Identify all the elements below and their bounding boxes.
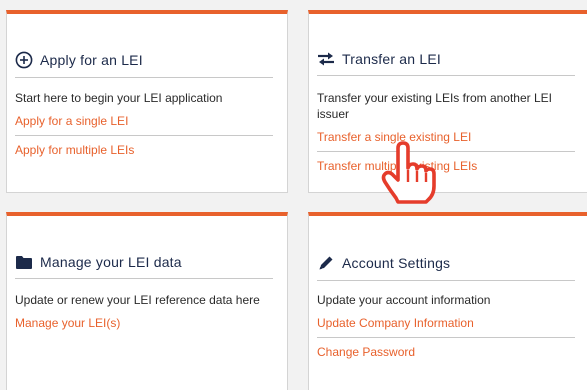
manage-lei-card: Manage your LEI data Update or renew you…	[6, 212, 288, 390]
update-company-information-link[interactable]: Update Company Information	[317, 316, 575, 338]
transfer-lei-description: Transfer your existing LEIs from another…	[317, 91, 552, 121]
manage-lei-header: Manage your LEI data	[15, 254, 273, 279]
apply-lei-description: Start here to begin your LEI application	[15, 91, 223, 105]
transfer-lei-body: Transfer your existing LEIs from another…	[317, 90, 575, 180]
plus-circle-icon	[15, 51, 33, 69]
transfer-lei-title: Transfer an LEI	[342, 51, 441, 67]
transfer-lei-card: Transfer an LEI Transfer your existing L…	[308, 10, 587, 193]
change-password-link[interactable]: Change Password	[317, 345, 575, 366]
pencil-icon	[317, 254, 335, 272]
account-settings-header: Account Settings	[317, 254, 575, 281]
apply-lei-body: Start here to begin your LEI application…	[15, 90, 273, 164]
apply-lei-header: Apply for an LEI	[15, 51, 273, 78]
manage-leis-link[interactable]: Manage your LEI(s)	[15, 316, 273, 337]
transfer-multiple-leis-link[interactable]: Transfer multiple existing LEIs	[317, 159, 575, 180]
apply-multiple-leis-link[interactable]: Apply for multiple LEIs	[15, 143, 273, 164]
account-settings-title: Account Settings	[342, 255, 451, 271]
manage-lei-description: Update or renew your LEI reference data …	[15, 293, 260, 307]
account-settings-card: Account Settings Update your account inf…	[308, 212, 587, 390]
manage-lei-title: Manage your LEI data	[40, 254, 182, 270]
account-settings-body: Update your account information Update C…	[317, 292, 575, 366]
transfer-single-lei-link[interactable]: Transfer a single existing LEI	[317, 130, 575, 152]
account-settings-description: Update your account information	[317, 293, 491, 307]
dashboard-page: Apply for an LEI Start here to begin you…	[0, 0, 587, 390]
manage-lei-body: Update or renew your LEI reference data …	[15, 292, 273, 337]
apply-single-lei-link[interactable]: Apply for a single LEI	[15, 114, 273, 136]
transfer-lei-header: Transfer an LEI	[317, 51, 575, 76]
apply-lei-title: Apply for an LEI	[40, 52, 143, 68]
transfer-arrows-icon	[317, 51, 335, 67]
folder-icon	[15, 255, 33, 270]
apply-lei-card: Apply for an LEI Start here to begin you…	[6, 10, 288, 193]
